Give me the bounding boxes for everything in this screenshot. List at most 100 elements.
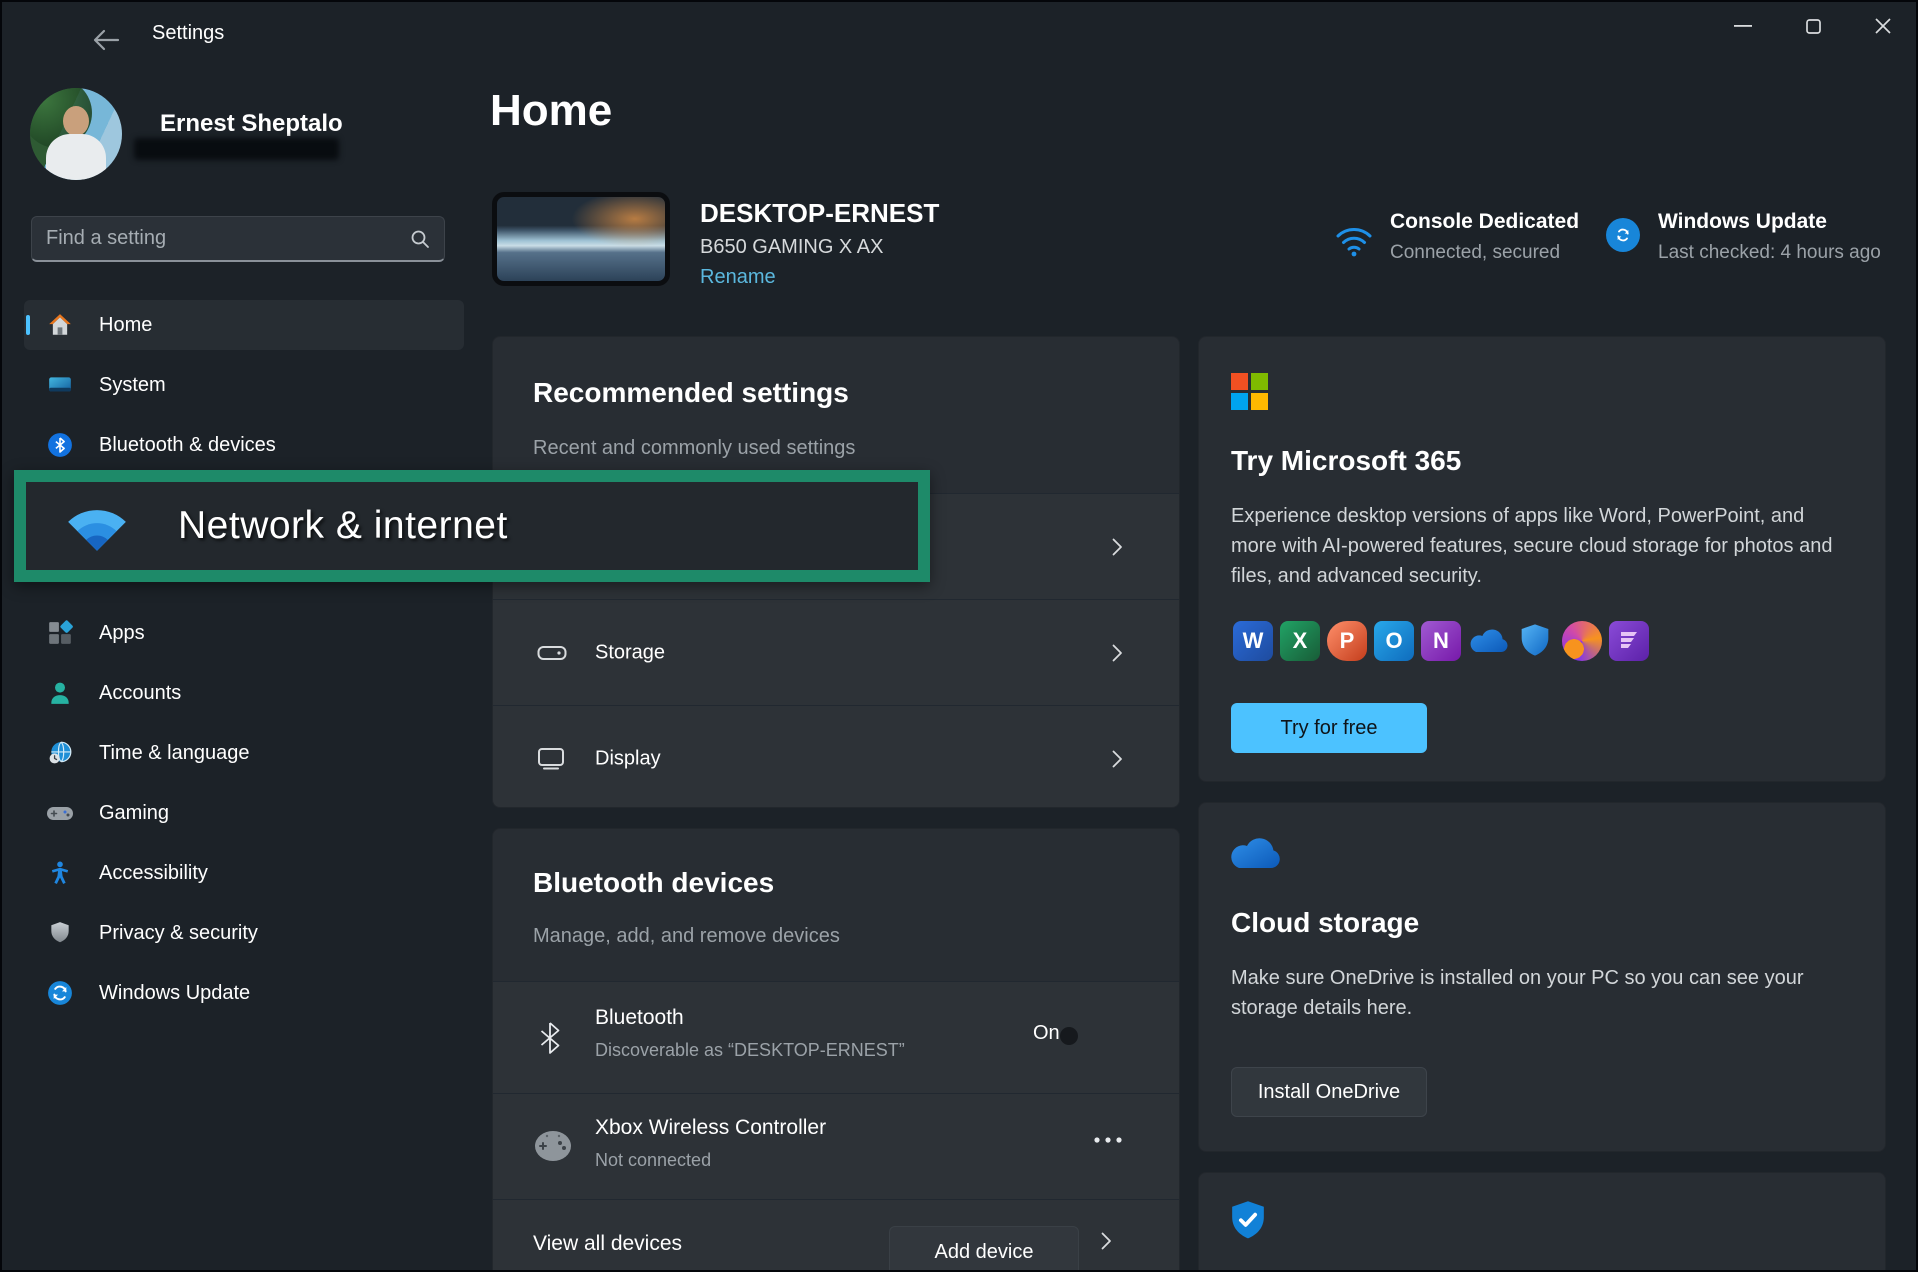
settings-window: Settings Ernest Sheptalo Home System: [0, 0, 1918, 1272]
sidebar-item-label: Apps: [99, 622, 145, 645]
sidebar-item-accounts[interactable]: Accounts: [24, 668, 464, 718]
zoom-highlight-label: Network & internet: [178, 504, 508, 548]
chevron-right-icon: [1101, 1232, 1112, 1250]
sidebar-item-apps[interactable]: Apps: [24, 608, 464, 658]
card-title: Bluetooth devices: [533, 867, 774, 899]
microsoft-365-card: Try Microsoft 365 Experience desktop ver…: [1198, 336, 1886, 782]
shield-icon: [46, 919, 74, 947]
row-subtitle: Not connected: [595, 1150, 711, 1171]
sidebar-item-privacy-security[interactable]: Privacy & security: [24, 908, 464, 958]
device-thumbnail: [492, 192, 670, 286]
windows-update-icon: [46, 979, 74, 1007]
add-device-button[interactable]: Add device: [889, 1226, 1079, 1272]
device-name: DESKTOP-ERNEST: [700, 198, 939, 229]
update-status-subtitle: Last checked: 4 hours ago: [1658, 242, 1881, 264]
time-language-icon: [46, 739, 74, 767]
settings-row-label: Display: [595, 747, 661, 770]
microsoft-logo: [1231, 373, 1268, 410]
word-icon: W: [1233, 621, 1273, 661]
sidebar-item-home[interactable]: Home: [24, 300, 464, 350]
clipchamp-icon: [1609, 621, 1649, 661]
settings-row-label: Storage: [595, 641, 665, 664]
gaming-icon: [46, 799, 74, 827]
maximize-button[interactable]: [1784, 2, 1842, 50]
storage-icon: [537, 643, 567, 663]
row-title: Xbox Wireless Controller: [595, 1116, 826, 1140]
excel-icon: X: [1280, 621, 1320, 661]
chevron-right-icon: [1112, 644, 1123, 662]
defender-icon: [1515, 621, 1555, 661]
windows-security-card: [1198, 1172, 1886, 1272]
card-subtitle: Recent and commonly used settings: [533, 437, 855, 460]
bluetooth-toggle-row[interactable]: Bluetooth Discoverable as “DESKTOP-ERNES…: [493, 981, 1180, 1093]
page-title: Home: [490, 86, 612, 136]
sidebar-item-label: Accessibility: [99, 862, 208, 885]
designer-icon: [1562, 621, 1602, 661]
search-icon: [410, 229, 430, 249]
sidebar-item-windows-update[interactable]: Windows Update: [24, 968, 464, 1018]
try-for-free-button[interactable]: Try for free: [1231, 703, 1427, 753]
sidebar-item-label: Accounts: [99, 682, 181, 705]
bluetooth-devices-card: Bluetooth devices Manage, add, and remov…: [492, 828, 1180, 1272]
back-button[interactable]: [90, 26, 122, 54]
settings-row-display[interactable]: Display: [493, 705, 1180, 808]
sidebar-item-gaming[interactable]: Gaming: [24, 788, 464, 838]
update-status-title: Windows Update: [1658, 210, 1827, 234]
cloud-storage-card: Cloud storage Make sure OneDrive is inst…: [1198, 802, 1886, 1152]
security-shield-icon: [1229, 1199, 1267, 1243]
onedrive-cloud-icon: [1229, 835, 1281, 871]
wifi-icon: [64, 499, 130, 553]
bluetooth-glyph-icon: [539, 1020, 561, 1056]
promo-body: Make sure OneDrive is installed on your …: [1231, 963, 1843, 1023]
promo-body: Experience desktop versions of apps like…: [1231, 501, 1843, 591]
selected-indicator: [26, 315, 30, 335]
onenote-icon: N: [1421, 621, 1461, 661]
toggle-state-label: On: [1033, 1022, 1060, 1045]
row-label: View all devices: [533, 1232, 682, 1256]
install-onedrive-button[interactable]: Install OneDrive: [1231, 1067, 1427, 1117]
sidebar-item-bluetooth-devices[interactable]: Bluetooth & devices: [24, 420, 464, 470]
window-title: Settings: [152, 22, 224, 45]
user-name: Ernest Sheptalo: [160, 110, 343, 138]
minimize-button[interactable]: [1714, 2, 1772, 50]
sidebar-item-accessibility[interactable]: Accessibility: [24, 848, 464, 898]
promo-title: Cloud storage: [1231, 907, 1419, 939]
search-box[interactable]: [31, 216, 445, 262]
more-options-icon[interactable]: [1093, 1136, 1123, 1144]
sidebar-item-label: Windows Update: [99, 982, 250, 1005]
device-model: B650 GAMING X AX: [700, 236, 883, 259]
wifi-status-icon: [1334, 222, 1374, 258]
avatar[interactable]: [30, 88, 122, 180]
avatar-face: [63, 106, 89, 136]
sidebar-item-time-language[interactable]: Time & language: [24, 728, 464, 778]
windows-update-status-icon: [1606, 218, 1640, 252]
sidebar-item-label: Privacy & security: [99, 922, 258, 945]
sidebar-item-label: System: [99, 374, 166, 397]
avatar-shirt: [46, 134, 106, 180]
view-all-devices-row[interactable]: View all devices Add device: [493, 1199, 1180, 1272]
sidebar-item-label: Bluetooth & devices: [99, 434, 276, 457]
xbox-controller-row[interactable]: Xbox Wireless Controller Not connected: [493, 1093, 1180, 1199]
rename-link[interactable]: Rename: [700, 266, 776, 289]
promo-title: Try Microsoft 365: [1231, 445, 1461, 477]
sidebar-item-system[interactable]: System: [24, 360, 464, 410]
onedrive-icon: [1468, 621, 1508, 661]
row-title: Bluetooth: [595, 1006, 684, 1030]
card-subtitle: Manage, add, and remove devices: [533, 925, 840, 948]
search-input[interactable]: [32, 227, 410, 250]
sidebar-item-label: Home: [99, 314, 152, 337]
powerpoint-icon: P: [1327, 621, 1367, 661]
network-status-title: Console Dedicated: [1390, 210, 1579, 234]
zoom-highlight-network-internet[interactable]: Network & internet: [14, 470, 930, 582]
bluetooth-icon: [46, 431, 74, 459]
row-subtitle: Discoverable as “DESKTOP-ERNEST”: [595, 1040, 905, 1061]
network-status-subtitle: Connected, secured: [1390, 242, 1560, 264]
user-email-redacted: [134, 138, 339, 160]
chevron-right-icon: [1112, 750, 1123, 768]
home-icon: [46, 311, 74, 339]
chevron-right-icon: [1112, 538, 1123, 556]
system-icon: [46, 371, 74, 399]
close-button[interactable]: [1854, 2, 1912, 50]
settings-row-storage[interactable]: Storage: [493, 599, 1180, 705]
card-title: Recommended settings: [533, 377, 849, 409]
